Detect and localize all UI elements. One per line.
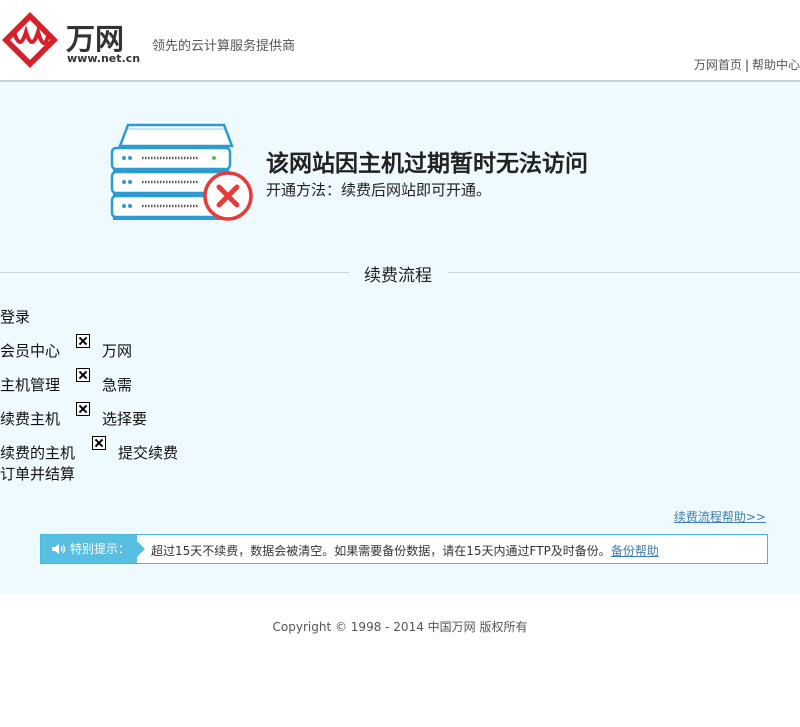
step-submit-renewal: 提交续费	[118, 444, 179, 462]
step-renew-order-cont: 订单并结算	[0, 465, 76, 483]
step-renew-order: 续费的主机	[0, 444, 76, 462]
notice-method: 开通方法：续费后网站即可开通。	[266, 181, 492, 199]
broken-image-icon	[92, 436, 106, 450]
broken-image-icon	[76, 402, 90, 416]
step-wanwang: 万网	[102, 342, 133, 360]
notice-headline: 该网站因主机过期暂时无法访问	[266, 151, 588, 177]
step-host-management: 主机管理	[0, 376, 61, 394]
link-separator: |	[744, 58, 749, 72]
section-divider-left	[0, 272, 350, 273]
speaker-icon	[52, 543, 66, 554]
tip-label: 特别提示：	[41, 535, 145, 563]
tip-message: 超过15天不续费，数据会被清空。如果需要备份数据，请在15天内通过FTP及时备份…	[151, 544, 611, 558]
wanwang-logo[interactable]: 万网 www.net.cn	[0, 8, 145, 72]
broken-image-icon	[76, 368, 90, 382]
tip-label-text: 特别提示：	[70, 542, 131, 556]
help-center-link[interactable]: 帮助中心	[752, 58, 800, 72]
renewal-help-link[interactable]: 续费流程帮助>>	[674, 508, 766, 525]
slogan: 领先的云计算服务提供商	[152, 39, 296, 54]
notice-panel: 该网站因主机过期暂时无法访问 开通方法：续费后网站即可开通。 续费流程 登录 会…	[0, 82, 800, 594]
top-links: 万网首页 | 帮助中心	[694, 56, 800, 73]
svg-text:www.net.cn: www.net.cn	[67, 52, 140, 65]
step-select: 选择要	[102, 410, 148, 428]
step-urgent: 急需	[102, 376, 133, 394]
footer-copyright: Copyright © 1998 - 2014 中国万网 版权所有	[272, 620, 528, 634]
header: 万网 www.net.cn 领先的云计算服务提供商 万网首页 | 帮助中心	[0, 0, 800, 82]
step-member-center: 会员中心	[0, 342, 61, 360]
home-link[interactable]: 万网首页	[694, 58, 742, 72]
server-error-icon	[110, 123, 253, 221]
svg-text:万网: 万网	[66, 22, 124, 56]
broken-image-icon	[76, 334, 90, 348]
backup-help-link[interactable]: 备份帮助	[611, 544, 659, 558]
tip-text: 超过15天不续费，数据会被清空。如果需要备份数据，请在15天内通过FTP及时备份…	[151, 542, 659, 559]
section-divider-right	[448, 272, 800, 273]
tip-bar: 特别提示： 超过15天不续费，数据会被清空。如果需要备份数据，请在15天内通过F…	[40, 534, 768, 564]
step-renew-host: 续费主机	[0, 410, 61, 428]
process-title: 续费流程	[364, 266, 432, 286]
step-login: 登录	[0, 308, 31, 326]
